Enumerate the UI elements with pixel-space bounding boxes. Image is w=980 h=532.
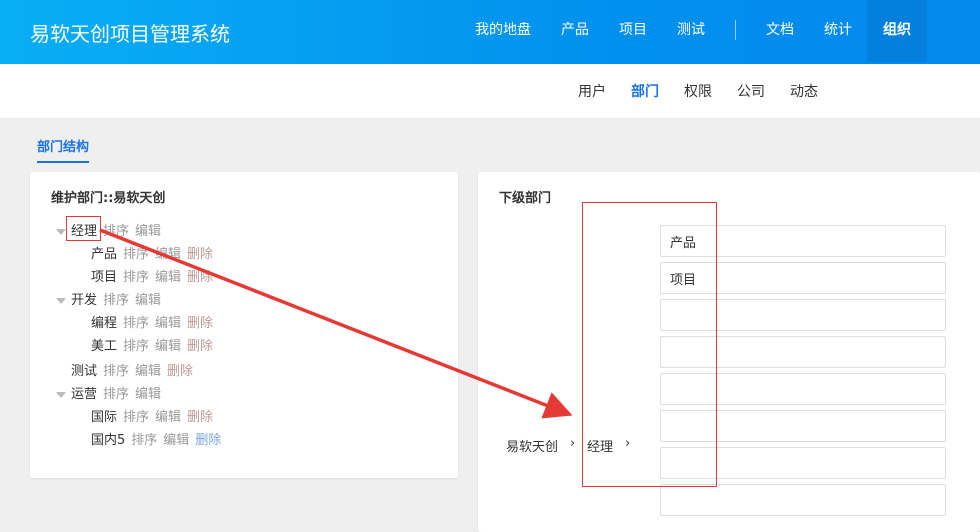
annotation-arrow [99, 228, 573, 419]
